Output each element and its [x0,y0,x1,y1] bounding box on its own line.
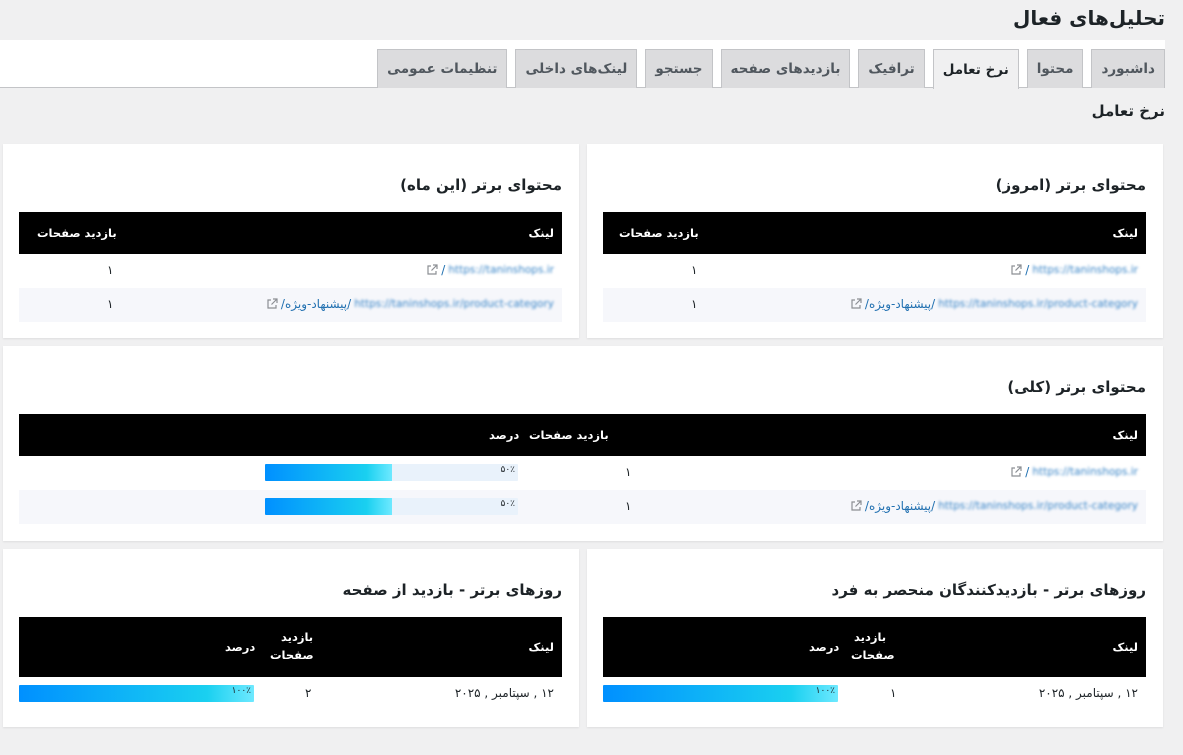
table-row: / https://taninshops.ir ۱ [603,254,1146,288]
external-link-icon [1011,264,1022,275]
col-link-header: لینک [528,640,554,654]
tab-traffic[interactable]: ترافیک [858,49,925,88]
percent-label: ۱۰۰٪ [231,686,251,696]
percent-bar: ۱۰۰٪ [603,685,838,702]
card-title: محتوای برتر (کلی) [1007,378,1146,396]
percent-bar: ۵۰٪ [265,464,518,481]
tab-search[interactable]: جستجو [645,49,713,88]
row-link[interactable]: /پیشنهاد-ویژه/https://taninshops.ir/prod… [850,499,1138,513]
external-link-icon [851,500,862,511]
external-link-icon [851,298,862,309]
card-title: روزهای برتر - بازدید از صفحه [342,581,562,599]
row-views: ۱ [107,297,114,311]
percent-bar-fill [19,685,254,702]
col-views-header: بازدید صفحات [529,428,609,442]
table-row: / https://taninshops.ir ۱ ۵۰٪ [19,456,1146,490]
row-views: ۲ [305,686,312,700]
row-link[interactable]: / https://taninshops.ir [426,263,554,277]
table-row: ۱۲ , سپتامبر , ۲۰۲۵ ۲ ۱۰۰٪ [19,677,562,711]
top-month-table: لینک بازدید صفحات / https://taninshops.ir… [19,212,562,322]
row-views: ۱ [890,686,897,700]
top-content-today-card: محتوای برتر (امروز) لینک بازدید صفحات / h… [587,144,1163,338]
col-views-header-line1: بازدید [281,630,314,644]
row-link[interactable]: / https://taninshops.ir [1010,263,1138,277]
col-views-header: بازدید صفحات [37,226,117,240]
row-views: ۱ [691,263,698,277]
card-title: محتوای برتر (امروز) [995,176,1146,194]
row-date: ۱۲ , سپتامبر , ۲۰۲۵ [1038,686,1138,700]
percent-bar-fill [265,498,392,515]
row-views: ۱ [625,465,632,479]
table-row: /پیشنهاد-ویژه/https://taninshops.ir/prod… [19,288,562,322]
row-link[interactable]: /پیشنهاد-ویژه/https://taninshops.ir/prod… [266,297,554,311]
row-link[interactable]: /پیشنهاد-ویژه/https://taninshops.ir/prod… [850,297,1138,311]
top-days-pageviews-card: روزهای برتر - بازدید از صفحه لینک بازدید… [3,549,579,727]
row-views: ۱ [625,499,632,513]
section-title: نرخ تعامل [1091,102,1165,120]
row-views: ۱ [691,297,698,311]
table-row: ۱۲ , سپتامبر , ۲۰۲۵ ۱ ۱۰۰٪ [603,677,1146,711]
col-views-header: بازدید صفحات [619,226,699,240]
table-header: لینک بازدید صفحات درصد [19,414,1146,456]
percent-bar: ۵۰٪ [265,498,518,515]
col-percent-header: درصد [809,640,840,654]
col-views-header-line2: صفحات [270,648,314,662]
top-content-month-card: محتوای برتر (این ماه) لینک بازدید صفحات … [3,144,579,338]
table-header: لینک بازدید صفحات درصد [603,617,1146,677]
col-link-header: لینک [1112,226,1138,240]
col-percent-header: درصد [225,640,256,654]
percent-label: ۱۰۰٪ [815,686,835,696]
col-views-header-line2: صفحات [851,648,895,662]
col-link-header: لینک [1112,640,1138,654]
row-link[interactable]: / https://taninshops.ir [1010,465,1138,479]
percent-bar-fill [603,685,838,702]
table-header: لینک بازدید صفحات [19,212,562,254]
table-header: لینک بازدید صفحات درصد [19,617,562,677]
col-views-header-line1: بازدید [854,630,887,644]
tab-internal-links[interactable]: لینک‌های داخلی [515,49,638,88]
col-percent-header: درصد [489,428,520,442]
col-link-header: لینک [1112,428,1138,442]
row-views: ۱ [107,263,114,277]
card-title: روزهای برتر - بازدیدکنندگان منحصر به فرد [831,581,1146,599]
external-link-icon [267,298,278,309]
days-pageviews-table: لینک بازدید صفحات درصد ۱۲ , سپتامبر , ۲۰… [19,617,562,711]
days-unique-table: لینک بازدید صفحات درصد ۱۲ , سپتامبر , ۲۰… [603,617,1146,711]
table-row: / https://taninshops.ir ۱ [19,254,562,288]
top-content-all-card: محتوای برتر (کلی) لینک بازدید صفحات درصد… [3,346,1163,541]
external-link-icon [427,264,438,275]
card-title: محتوای برتر (این ماه) [400,176,562,194]
tab-content[interactable]: محتوا [1026,49,1084,88]
tab-pageviews[interactable]: بازدیدهای صفحه [720,49,851,88]
nav-tabs: داشبورد محتوا نرخ تعامل ترافیک بازدیدهای… [377,49,1165,89]
table-header: لینک بازدید صفحات [603,212,1146,254]
tab-dashboard[interactable]: داشبورد [1091,49,1165,88]
top-today-table: لینک بازدید صفحات / https://taninshops.ir… [603,212,1146,322]
top-all-table: لینک بازدید صفحات درصد / https://taninsho… [19,414,1146,524]
table-row: /پیشنهاد-ویژه/https://taninshops.ir/prod… [19,490,1146,524]
col-link-header: لینک [528,226,554,240]
external-link-icon [1011,466,1022,477]
top-days-unique-card: روزهای برتر - بازدیدکنندگان منحصر به فرد… [587,549,1163,727]
percent-bar: ۱۰۰٪ [19,685,254,702]
tab-engagement[interactable]: نرخ تعامل [932,49,1019,89]
tab-general-settings[interactable]: تنظیمات عمومی [377,49,508,88]
page-title: تحلیل‌های فعال [1012,6,1165,30]
row-date: ۱۲ , سپتامبر , ۲۰۲۵ [454,686,554,700]
percent-bar-fill [265,464,392,481]
percent-label: ۵۰٪ [500,499,515,509]
percent-label: ۵۰٪ [500,465,515,475]
table-row: /پیشنهاد-ویژه/https://taninshops.ir/prod… [603,288,1146,322]
